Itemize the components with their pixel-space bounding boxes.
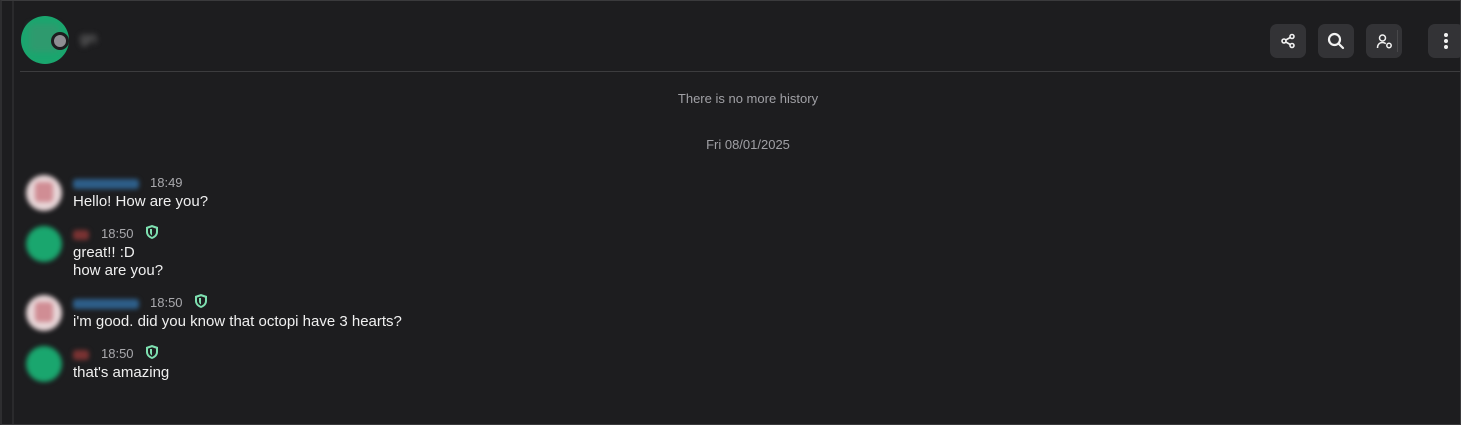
sender-avatar[interactable] bbox=[26, 295, 62, 331]
message-body: that's amazing bbox=[73, 364, 170, 381]
search-button[interactable] bbox=[1318, 24, 1354, 58]
verified-shield-icon bbox=[146, 225, 158, 239]
share-icon bbox=[1281, 33, 1295, 49]
message-timestamp: 18:50 bbox=[101, 226, 134, 241]
header-separator bbox=[1397, 30, 1398, 52]
sender-name[interactable] bbox=[73, 299, 139, 309]
verified-shield-icon bbox=[146, 345, 158, 359]
share-button[interactable] bbox=[1270, 24, 1306, 58]
message-timestamp: 18:50 bbox=[101, 346, 134, 361]
sender-name[interactable] bbox=[73, 230, 89, 240]
search-icon bbox=[1327, 32, 1345, 50]
verified-shield-icon bbox=[195, 294, 207, 308]
message-body: great!! :D how are you? bbox=[73, 244, 164, 279]
more-options-button[interactable] bbox=[1428, 24, 1460, 58]
message-timestamp: 18:50 bbox=[150, 295, 183, 310]
user-settings-icon bbox=[1376, 33, 1392, 48]
kebab-icon bbox=[1444, 33, 1448, 49]
room-header: gn bbox=[20, 1, 1460, 72]
sender-avatar[interactable] bbox=[26, 226, 62, 262]
left-divider bbox=[12, 1, 14, 424]
date-separator: Fri 08/01/2025 bbox=[706, 137, 790, 152]
message-body: i'm good. did you know that octopi have … bbox=[73, 313, 402, 330]
no-more-history-notice: There is no more history bbox=[677, 91, 819, 106]
room-name[interactable]: gn bbox=[80, 30, 108, 48]
sender-avatar[interactable] bbox=[26, 175, 62, 211]
message-timestamp: 18:49 bbox=[150, 175, 183, 190]
sender-name[interactable] bbox=[73, 179, 139, 189]
sender-avatar[interactable] bbox=[26, 346, 62, 382]
sender-name[interactable] bbox=[73, 350, 89, 360]
message-body: Hello! How are you? bbox=[73, 193, 209, 210]
presence-indicator bbox=[51, 32, 69, 50]
chat-window: gn There is no more history Fri 08/01/20… bbox=[0, 0, 1461, 425]
